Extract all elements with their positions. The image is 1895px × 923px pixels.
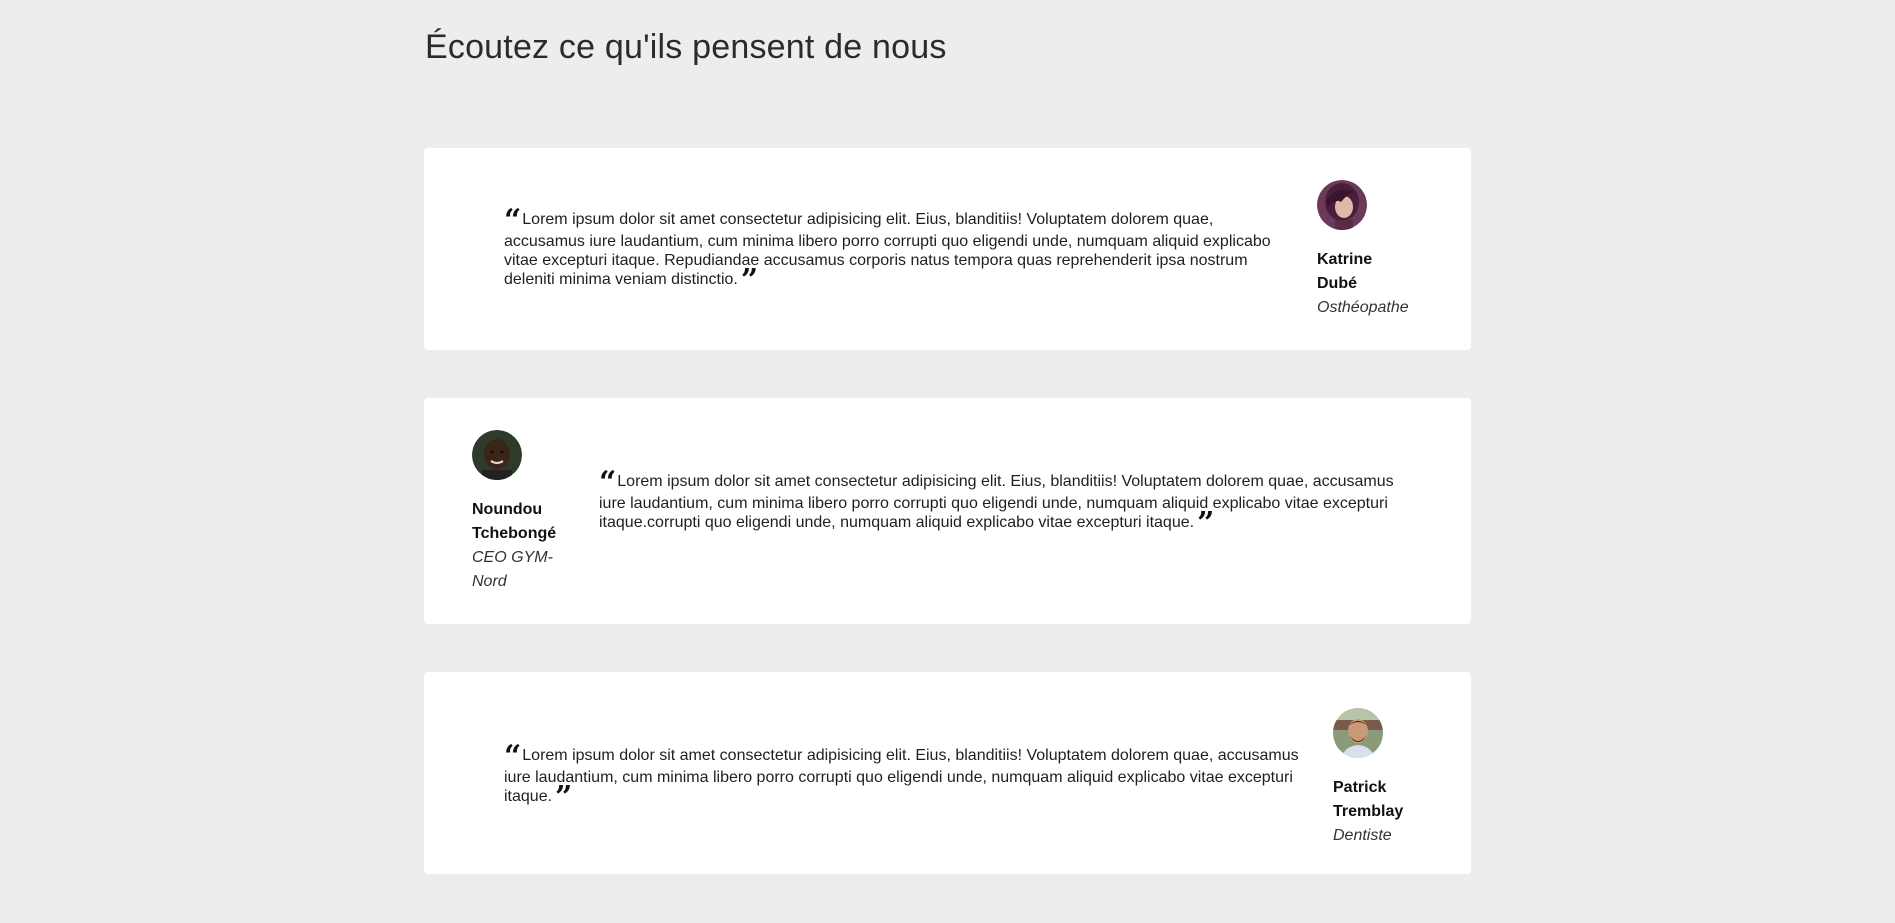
author-name: Noundou Tchebongé bbox=[472, 501, 557, 542]
open-quote-icon: “ bbox=[504, 739, 521, 774]
author-role: Dentiste bbox=[1333, 827, 1392, 844]
section-title: Écoutez ce qu'ils pensent de nous bbox=[425, 28, 947, 66]
testimonials-page: Écoutez ce qu'ils pensent de nous “Lorem… bbox=[0, 0, 1895, 923]
author-role: CEO GYM-Nord bbox=[472, 549, 553, 590]
testimonial-quote: “Lorem ipsum dolor sit amet consectetur … bbox=[504, 739, 1304, 815]
author-name: Patrick Tremblay bbox=[1333, 779, 1404, 820]
close-quote-icon: ” bbox=[555, 780, 572, 815]
testimonial-text: Lorem ipsum dolor sit amet consectetur a… bbox=[599, 473, 1394, 531]
testimonial-text: Lorem ipsum dolor sit amet consectetur a… bbox=[504, 211, 1271, 288]
testimonial-text: Lorem ipsum dolor sit amet consectetur a… bbox=[504, 747, 1299, 805]
testimonial-quote: “Lorem ipsum dolor sit amet consectetur … bbox=[599, 465, 1399, 541]
woman-portrait-avatar bbox=[1317, 180, 1367, 230]
man-portrait-avatar bbox=[472, 430, 522, 480]
testimonial-author: Noundou Tchebongé CEO GYM-Nord bbox=[472, 430, 572, 594]
close-quote-icon: ” bbox=[1197, 506, 1214, 541]
author-role: Osthéopathe bbox=[1317, 299, 1409, 316]
testimonial-quote: “Lorem ipsum dolor sit amet consectetur … bbox=[504, 203, 1284, 298]
testimonial-card: “Lorem ipsum dolor sit amet consectetur … bbox=[424, 148, 1471, 350]
man-outdoor-portrait-avatar bbox=[1333, 708, 1383, 758]
close-quote-icon: ” bbox=[740, 263, 758, 298]
author-name: Katrine Dubé bbox=[1317, 251, 1373, 292]
testimonial-card: “Lorem ipsum dolor sit amet consectetur … bbox=[424, 672, 1471, 874]
open-quote-icon: “ bbox=[504, 203, 521, 238]
testimonial-author: Patrick Tremblay Dentiste bbox=[1333, 708, 1443, 848]
testimonial-card: Noundou Tchebongé CEO GYM-Nord “Lorem ip… bbox=[424, 398, 1471, 624]
testimonial-author: Katrine Dubé Osthéopathe bbox=[1317, 180, 1427, 320]
open-quote-icon: “ bbox=[599, 465, 616, 500]
